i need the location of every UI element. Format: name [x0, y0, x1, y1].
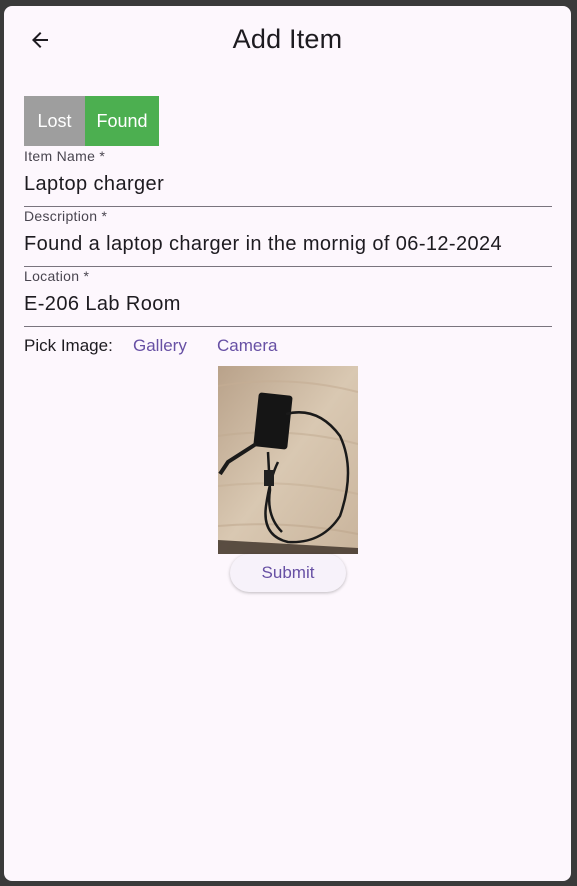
app-screen: Add Item Lost Found Item Name * Laptop c… — [4, 6, 571, 881]
gallery-button[interactable]: Gallery — [133, 336, 187, 356]
description-input[interactable]: Found a laptop charger in the mornig of … — [24, 233, 502, 256]
item-photo — [218, 366, 358, 554]
app-bar: Add Item — [4, 6, 571, 76]
description-field[interactable]: Description * Found a laptop charger in … — [24, 208, 552, 267]
description-label: Description * — [24, 208, 108, 224]
item-name-field[interactable]: Item Name * Laptop charger — [24, 148, 552, 207]
camera-button[interactable]: Camera — [217, 336, 277, 356]
item-name-input[interactable]: Laptop charger — [24, 173, 164, 196]
pick-image-label: Pick Image: — [24, 336, 113, 355]
location-input[interactable]: E-206 Lab Room — [24, 293, 181, 316]
location-field[interactable]: Location * E-206 Lab Room — [24, 268, 552, 327]
submit-button[interactable]: Submit — [230, 554, 346, 592]
toggle-lost-button[interactable]: Lost — [24, 96, 85, 146]
lost-found-toggle: Lost Found — [24, 96, 159, 146]
pick-image-row: Pick Image: Gallery Camera — [24, 334, 552, 358]
toggle-found-button[interactable]: Found — [85, 96, 159, 146]
location-label: Location * — [24, 268, 90, 284]
page-title: Add Item — [232, 24, 343, 54]
item-name-label: Item Name * — [24, 148, 106, 164]
